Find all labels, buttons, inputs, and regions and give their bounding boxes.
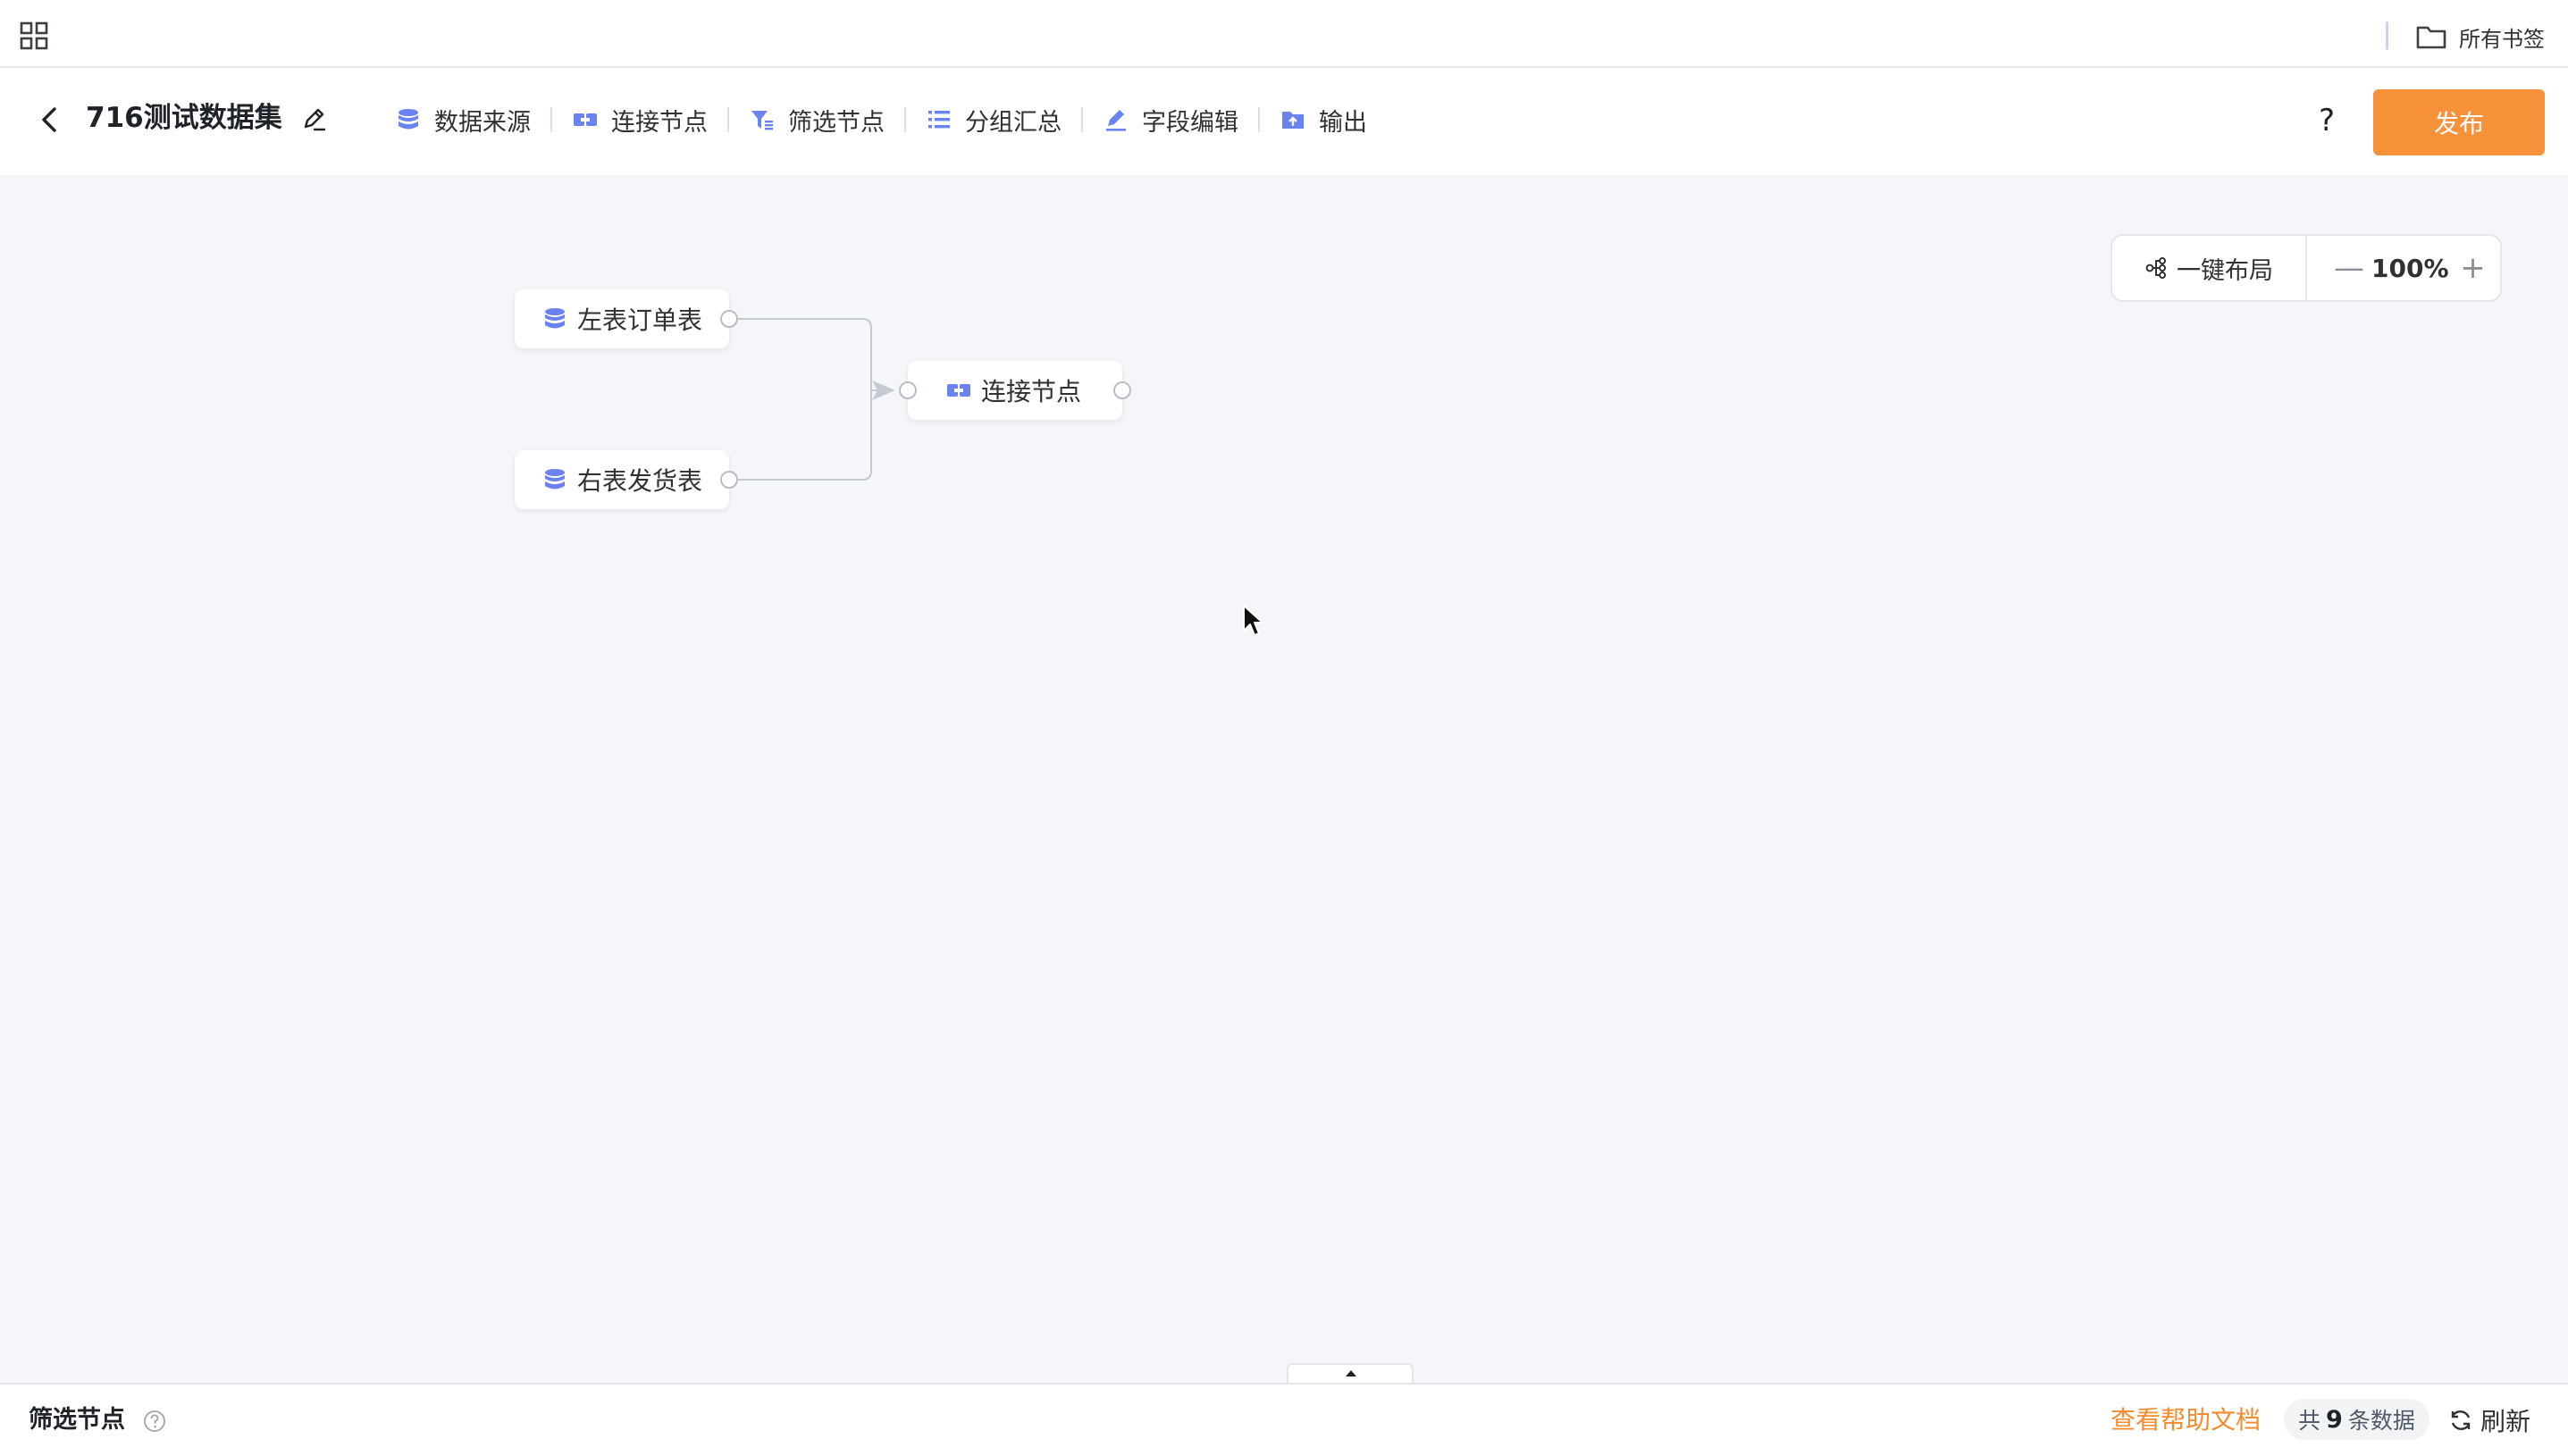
refresh-label: 刷新 bbox=[2480, 1407, 2531, 1436]
node-output-port[interactable] bbox=[720, 310, 738, 328]
count-suffix: 条数据 bbox=[2347, 1408, 2415, 1434]
flow-edges bbox=[737, 318, 895, 481]
auto-layout-label: 一键布局 bbox=[2177, 256, 2273, 285]
toolbar-field-edit[interactable]: 字段编辑 bbox=[1103, 95, 1238, 145]
publish-button[interactable]: 发布 bbox=[2373, 89, 2545, 155]
toolbar-divider bbox=[550, 107, 552, 132]
join-icon bbox=[574, 113, 597, 126]
layout-tree-icon bbox=[2145, 257, 2166, 279]
zoom-level: 100% bbox=[2371, 253, 2449, 283]
toolbar-label: 分组汇总 bbox=[965, 108, 1062, 137]
help-button[interactable]: ? bbox=[2307, 98, 2346, 143]
bottom-panel: 筛选节点 查看帮助文档 共 9 条数据 刷新 bbox=[0, 1383, 2568, 1456]
record-count-badge: 共 9 条数据 bbox=[2284, 1399, 2430, 1440]
zoom-in-button[interactable]: + bbox=[2460, 250, 2487, 286]
toolbar-datasource[interactable]: 数据来源 bbox=[395, 95, 531, 145]
node-label: 连接节点 bbox=[981, 377, 1082, 406]
toolbar-label: 数据来源 bbox=[434, 108, 531, 137]
folder-icon bbox=[2416, 26, 2446, 49]
toolbar-divider bbox=[1258, 107, 1260, 132]
node-left-order-table[interactable]: 左表订单表 bbox=[515, 289, 729, 348]
toolbar-filter[interactable]: 筛选节点 bbox=[749, 95, 885, 145]
edge-left-to-join bbox=[737, 318, 872, 390]
node-output-port[interactable] bbox=[1113, 381, 1131, 399]
count-value: 9 bbox=[2326, 1405, 2343, 1434]
edge-right-to-join bbox=[737, 390, 872, 481]
app-header: 716测试数据集 数据来源 连接节点 筛选节点 分组汇总 字段编辑 输出 ? 发… bbox=[0, 68, 2568, 175]
toolbar-divider bbox=[727, 107, 729, 132]
toolbar-divider bbox=[1081, 107, 1083, 132]
flow-canvas[interactable]: 左表订单表 右表发货表 连接节点 一键布局 — 100% + bbox=[0, 175, 2568, 1385]
back-arrow-icon[interactable] bbox=[34, 104, 66, 136]
dataset-title: 716测试数据集 bbox=[86, 102, 282, 134]
node-right-shipping-table[interactable]: 右表发货表 bbox=[515, 450, 729, 509]
panel-title: 筛选节点 bbox=[29, 1406, 125, 1434]
node-output-port[interactable] bbox=[720, 471, 738, 489]
zoom-control: — 100% + bbox=[2307, 250, 2487, 286]
chevron-up-icon bbox=[1346, 1370, 1356, 1377]
auto-layout-button[interactable]: 一键布局 bbox=[2112, 236, 2307, 300]
filter-icon bbox=[751, 111, 773, 130]
refresh-button[interactable]: 刷新 bbox=[2448, 1401, 2530, 1440]
refresh-icon bbox=[2451, 1410, 2471, 1430]
count-prefix: 共 bbox=[2298, 1408, 2321, 1434]
all-bookmarks-button[interactable]: 所有书签 bbox=[2416, 21, 2545, 52]
toolbar-label: 连接节点 bbox=[611, 108, 708, 137]
zoom-out-button[interactable]: — bbox=[2334, 250, 2364, 286]
expand-panel-tab[interactable] bbox=[1287, 1363, 1414, 1385]
question-circle-icon[interactable] bbox=[143, 1410, 166, 1433]
pen-icon bbox=[1106, 110, 1126, 131]
toolbar-divider bbox=[904, 107, 906, 132]
node-label: 左表订单表 bbox=[577, 305, 703, 335]
apps-grid-icon[interactable] bbox=[20, 21, 48, 50]
toolbar-label: 输出 bbox=[1319, 108, 1367, 137]
toolbar-group[interactable]: 分组汇总 bbox=[926, 95, 1062, 145]
bookmark-divider bbox=[2386, 21, 2388, 50]
join-icon bbox=[947, 384, 970, 397]
edit-title-icon[interactable] bbox=[300, 105, 327, 132]
help-doc-link[interactable]: 查看帮助文档 bbox=[2111, 1404, 2261, 1436]
node-join[interactable]: 连接节点 bbox=[908, 361, 1122, 420]
node-label: 右表发货表 bbox=[577, 466, 703, 496]
group-icon bbox=[928, 111, 950, 129]
database-icon bbox=[545, 469, 565, 490]
zoom-panel: 一键布局 — 100% + bbox=[2111, 234, 2502, 302]
toolbar-output[interactable]: 输出 bbox=[1280, 95, 1367, 145]
mouse-cursor-icon bbox=[1243, 605, 1263, 636]
node-toolbar: 数据来源 连接节点 筛选节点 分组汇总 字段编辑 输出 bbox=[395, 95, 1367, 145]
database-icon bbox=[399, 109, 418, 130]
toolbar-join[interactable]: 连接节点 bbox=[572, 95, 708, 145]
bookmark-folder-label: 所有书签 bbox=[2459, 26, 2545, 52]
toolbar-label: 字段编辑 bbox=[1142, 108, 1238, 137]
output-folder-icon bbox=[1282, 112, 1304, 129]
database-icon bbox=[545, 308, 565, 329]
node-input-port[interactable] bbox=[899, 381, 917, 399]
toolbar-label: 筛选节点 bbox=[788, 108, 885, 137]
bookmark-bar: 所有书签 bbox=[0, 0, 2568, 68]
